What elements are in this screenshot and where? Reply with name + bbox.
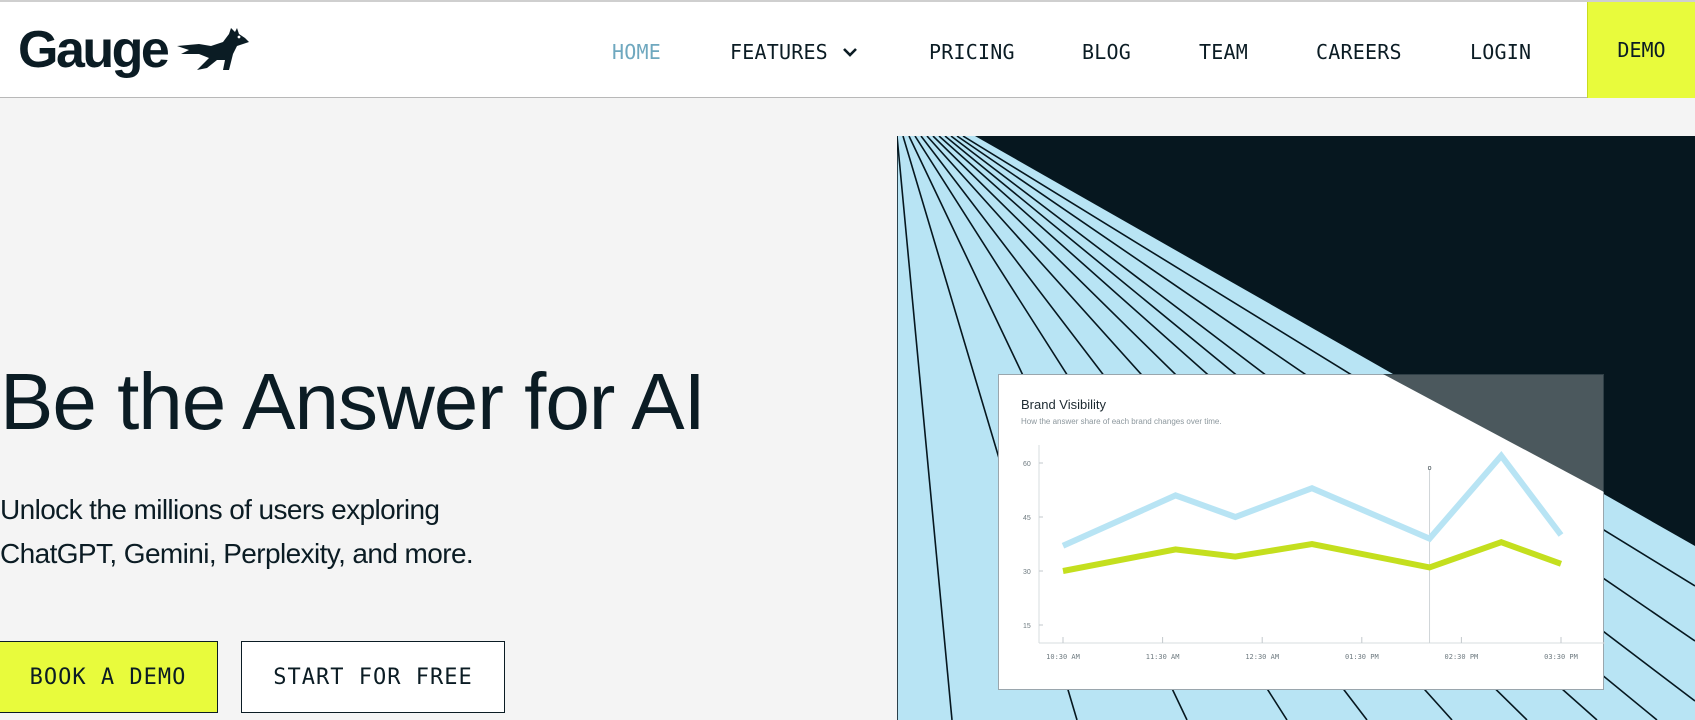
y-tick-label: 60: [1023, 461, 1031, 468]
site-header: Gauge HOME FEATURES PRICING BLOG TEAM CA…: [0, 0, 1695, 98]
x-tick-label: 01:30 PM: [1345, 653, 1379, 661]
brand-visibility-card: Brand Visibility How the answer share of…: [998, 374, 1605, 690]
x-tick-label: 11:30 AM: [1146, 653, 1180, 661]
y-tick-label: 15: [1023, 623, 1031, 630]
nav-careers[interactable]: CAREERS: [1316, 40, 1402, 64]
hero-title: Be the Answer for AI: [0, 357, 706, 446]
nav-features[interactable]: FEATURES: [730, 40, 828, 64]
x-tick-label: 12:30 AM: [1245, 653, 1279, 661]
start-free-button[interactable]: START FOR FREE: [241, 641, 505, 713]
series-line-2: [1062, 539, 1563, 574]
hero-subtitle: Unlock the millions of users exploring C…: [0, 494, 474, 569]
chevron-down-icon[interactable]: [842, 46, 858, 58]
book-demo-button[interactable]: BOOK A DEMO: [0, 641, 218, 713]
nav-login[interactable]: LOGIN: [1470, 40, 1531, 64]
brand-visibility-chart: 15 30 45 60 10:30 AM 11:30 AM 12:30 AM 01:30 PM…: [1023, 445, 1605, 661]
y-tick-label: 45: [1023, 515, 1031, 522]
nav-home[interactable]: HOME: [612, 40, 661, 64]
y-tick-label: 30: [1023, 569, 1031, 576]
nav-blog[interactable]: BLOG: [1082, 40, 1131, 64]
x-tick-label: 02:30 PM: [1445, 653, 1479, 661]
x-tick-label: 10:30 AM: [1046, 653, 1080, 661]
hover-marker-label: o: [1428, 465, 1432, 472]
main-nav: HOME FEATURES PRICING BLOG TEAM CAREERS …: [0, 2, 1695, 100]
x-tick-label: 03:30 PM: [1544, 653, 1578, 661]
demo-button[interactable]: DEMO: [1587, 2, 1695, 98]
nav-team[interactable]: TEAM: [1199, 40, 1248, 64]
nav-pricing[interactable]: PRICING: [929, 40, 1015, 64]
series-line-1: [1061, 451, 1564, 549]
